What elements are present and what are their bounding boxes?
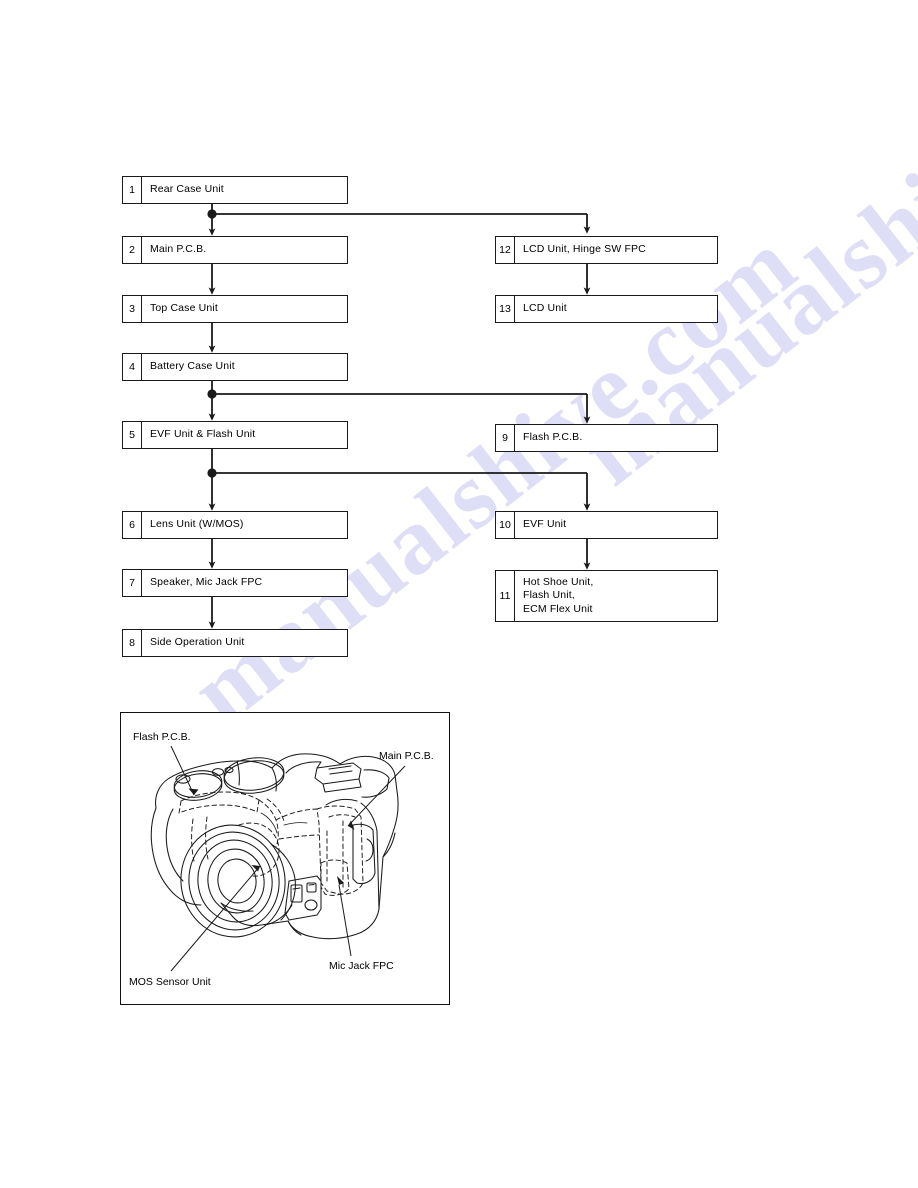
flow-box-2-number: 2 — [123, 237, 142, 263]
flow-box-3-number: 3 — [123, 296, 142, 322]
flow-box-3-label: Top Case Unit — [150, 302, 218, 315]
flow-box-10-number: 10 — [496, 512, 515, 538]
flow-box-5-label: EVF Unit & Flash Unit — [150, 428, 256, 441]
flow-box-4-number: 4 — [123, 354, 142, 380]
flow-box-13-number: 13 — [496, 296, 515, 322]
callout-label-flash-pcb: Flash P.C.B. — [133, 731, 191, 743]
flow-box-10[interactable]: 10 EVF Unit — [495, 511, 718, 539]
flow-box-7[interactable]: 7 Speaker, Mic Jack FPC — [122, 569, 348, 597]
flow-box-3[interactable]: 3 Top Case Unit — [122, 295, 348, 323]
flow-box-9-label: Flash P.C.B. — [523, 431, 583, 444]
flow-box-1-number: 1 — [123, 177, 142, 203]
flow-box-7-number: 7 — [123, 570, 142, 596]
flow-box-6[interactable]: 6 Lens Unit (W/MOS) — [122, 511, 348, 539]
camera-illustration: Flash P.C.B. Main P.C.B. Mic Jack FPC MO… — [129, 731, 434, 988]
flow-box-13-label: LCD Unit — [523, 302, 567, 315]
callout-label-mic-jack-fpc: Mic Jack FPC — [329, 960, 394, 972]
flow-box-9-number: 9 — [496, 425, 515, 451]
flow-box-6-label: Lens Unit (W/MOS) — [150, 518, 244, 531]
flow-box-8-number: 8 — [123, 630, 142, 656]
flow-box-11[interactable]: 11 Hot Shoe Unit, Flash Unit, ECM Flex U… — [495, 570, 718, 622]
flow-box-1-label: Rear Case Unit — [150, 183, 224, 196]
flow-box-12-label: LCD Unit, Hinge SW FPC — [523, 243, 646, 256]
camera-exploded-figure: Flash P.C.B. Main P.C.B. Mic Jack FPC MO… — [120, 712, 450, 1005]
flow-box-13[interactable]: 13 LCD Unit — [495, 295, 718, 323]
callout-label-mos-sensor-unit: MOS Sensor Unit — [129, 976, 211, 988]
flow-box-9[interactable]: 9 Flash P.C.B. — [495, 424, 718, 452]
flow-box-11-label: Hot Shoe Unit, Flash Unit, ECM Flex Unit — [523, 575, 594, 615]
flow-box-4-label: Battery Case Unit — [150, 360, 235, 373]
flow-box-4[interactable]: 4 Battery Case Unit — [122, 353, 348, 381]
disassembly-flow-chart: 1 Rear Case Unit 2 Main P.C.B. 3 Top Cas… — [0, 0, 918, 700]
flow-box-11-number: 11 — [496, 571, 515, 621]
flow-box-6-number: 6 — [123, 512, 142, 538]
flow-box-2[interactable]: 2 Main P.C.B. — [122, 236, 348, 264]
flow-box-1[interactable]: 1 Rear Case Unit — [122, 176, 348, 204]
flow-box-8-label: Side Operation Unit — [150, 636, 245, 649]
flow-box-12-number: 12 — [496, 237, 515, 263]
flow-box-5[interactable]: 5 EVF Unit & Flash Unit — [122, 421, 348, 449]
flow-box-10-label: EVF Unit — [523, 518, 567, 531]
callout-label-main-pcb: Main P.C.B. — [379, 750, 434, 762]
flow-box-5-number: 5 — [123, 422, 142, 448]
flow-box-2-label: Main P.C.B. — [150, 243, 207, 256]
flow-box-7-label: Speaker, Mic Jack FPC — [150, 576, 263, 589]
flow-box-12[interactable]: 12 LCD Unit, Hinge SW FPC — [495, 236, 718, 264]
flow-box-8[interactable]: 8 Side Operation Unit — [122, 629, 348, 657]
